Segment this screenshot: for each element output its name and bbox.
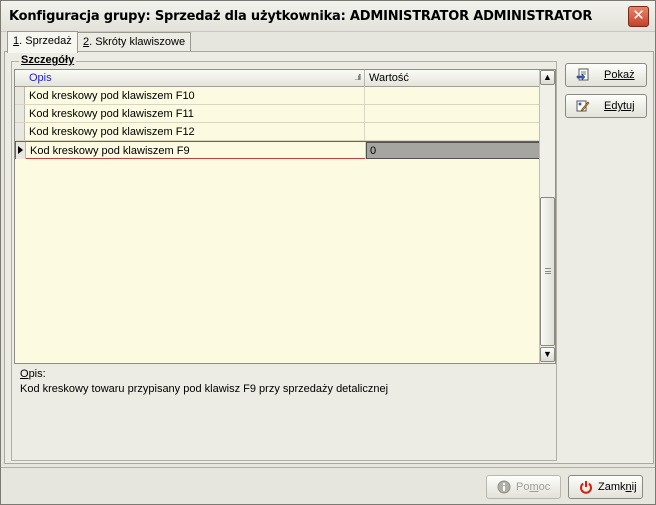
cell-opis: Kod kreskowy pod klawiszem F11	[26, 105, 365, 122]
cell-opis: Kod kreskowy pod klawiszem F10	[26, 87, 365, 104]
column-header-opis[interactable]: Opis ..ıll	[25, 70, 365, 87]
title-bar: Konfiguracja grupy: Sprzedaż dla użytkow…	[1, 1, 655, 32]
cell-wartosc[interactable]	[365, 87, 541, 104]
grid-header: Opis ..ıll Wartość	[15, 70, 541, 87]
grip-icon	[545, 268, 551, 274]
row-indicator	[15, 105, 25, 122]
help-button-label: Pomoc	[516, 481, 551, 493]
row-indicator	[16, 142, 26, 159]
scroll-down-icon[interactable]: ▼	[540, 347, 555, 362]
current-row-arrow-icon	[18, 146, 23, 154]
table-row-selected[interactable]: Kod kreskowy pod klawiszem F9 0	[15, 141, 542, 159]
settings-grid[interactable]: Opis ..ıll Wartość Kod kreskowy pod klaw…	[14, 69, 556, 364]
power-icon	[580, 481, 592, 494]
grid-vertical-scrollbar[interactable]: ▲ ▼	[539, 70, 555, 363]
cell-wartosc[interactable]	[365, 105, 541, 122]
edit-button[interactable]: Edytuj	[565, 94, 647, 118]
row-indicator	[15, 123, 25, 140]
table-row[interactable]: Kod kreskowy pod klawiszem F10	[15, 87, 541, 105]
window-title: Konfiguracja grupy: Sprzedaż dla użytkow…	[9, 9, 593, 24]
close-button-label: Zamknij	[598, 481, 637, 493]
edit-icon	[576, 100, 590, 112]
scroll-thumb[interactable]	[540, 197, 555, 346]
description-label: Opis:	[20, 368, 46, 380]
column-resize-icon: ..ıll	[354, 73, 361, 82]
row-indicator	[15, 87, 25, 104]
scroll-up-icon[interactable]: ▲	[540, 70, 555, 85]
dialog-window: Konfiguracja grupy: Sprzedaż dla użytkow…	[0, 0, 656, 505]
details-group-label: Szczegóły	[19, 54, 77, 66]
tab-sprzedaz[interactable]: 1. Sprzedaż	[7, 31, 78, 53]
details-group: Szczegóły Opis ..ıll Wartość Kod kreskow…	[11, 54, 557, 461]
table-row[interactable]: Kod kreskowy pod klawiszem F12	[15, 123, 541, 141]
dialog-footer: Pomoc Zamknij	[1, 467, 655, 504]
description-text: Kod kreskowy towaru przypisany pod klawi…	[20, 383, 389, 395]
cell-wartosc[interactable]	[365, 123, 541, 140]
table-row[interactable]: Kod kreskowy pod klawiszem F11	[15, 105, 541, 123]
tab-panel: Szczegóły Opis ..ıll Wartość Kod kreskow…	[4, 51, 654, 464]
info-icon	[497, 480, 511, 494]
show-icon	[576, 68, 589, 81]
description-area: Opis: Kod kreskowy towaru przypisany pod…	[20, 368, 550, 395]
cell-opis: Kod kreskowy pod klawiszem F12	[26, 123, 365, 140]
help-button[interactable]: Pomoc	[486, 475, 561, 499]
cell-wartosc-editor[interactable]: 0	[366, 142, 542, 159]
column-header-wartosc[interactable]: Wartość	[365, 70, 541, 87]
show-button[interactable]: Pokaż	[565, 63, 647, 87]
tab-skroty-klawiszowe[interactable]: 2. Skróty klawiszowe	[77, 32, 192, 52]
close-window-button[interactable]: ✕	[628, 6, 649, 27]
close-button[interactable]: Zamknij	[568, 475, 643, 499]
cell-opis: Kod kreskowy pod klawiszem F9	[27, 142, 366, 159]
